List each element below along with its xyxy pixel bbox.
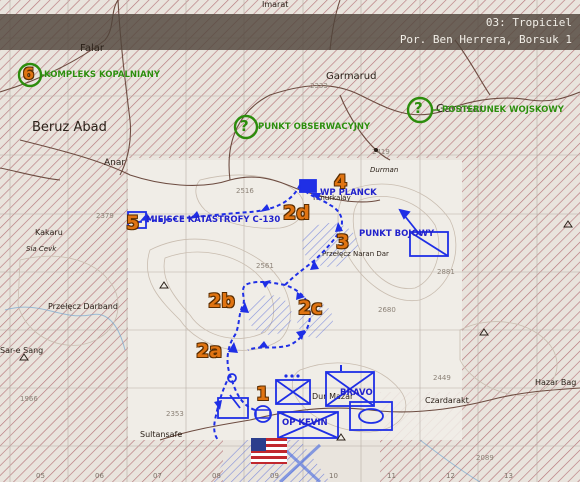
objective-number: 6 — [23, 64, 35, 83]
step-marker-3: 3 — [336, 231, 350, 253]
step-marker-2d: 2d — [283, 202, 310, 224]
step-marker-1: 1 — [256, 383, 270, 405]
step-marker-2b: 2b — [208, 290, 235, 312]
waypoint-label[interactable]: PUNKT BOJOWY — [359, 229, 434, 239]
objective-label[interactable]: PUNKT OBSERWACYJNY — [258, 122, 370, 132]
step-marker-2a: 2a — [196, 340, 223, 362]
objective-label[interactable]: POSTERUNEK WOJSKOWY — [442, 105, 564, 115]
step-marker-2c: 2c — [298, 297, 323, 319]
objective-number: ? — [414, 99, 423, 117]
waypoint-label[interactable]: WP PLANCK — [320, 188, 377, 198]
waypoint-label[interactable]: OP KEVIN — [282, 418, 328, 428]
step-marker-5: 5 — [126, 212, 140, 234]
waypoint-label[interactable]: BRAVO — [340, 388, 373, 398]
map-view[interactable]: 03: Tropiciel Por. Ben Herrera, Borsuk 1… — [0, 0, 580, 482]
objective-label[interactable]: KOMPLEKS KOPALNIANY — [44, 70, 160, 80]
step-marker-4: 4 — [334, 171, 348, 193]
usa-flag-icon — [251, 438, 287, 464]
objective-number: ? — [240, 117, 249, 135]
waypoint-label[interactable]: MIEJSCE KATASTROFY C-130 — [146, 215, 280, 225]
